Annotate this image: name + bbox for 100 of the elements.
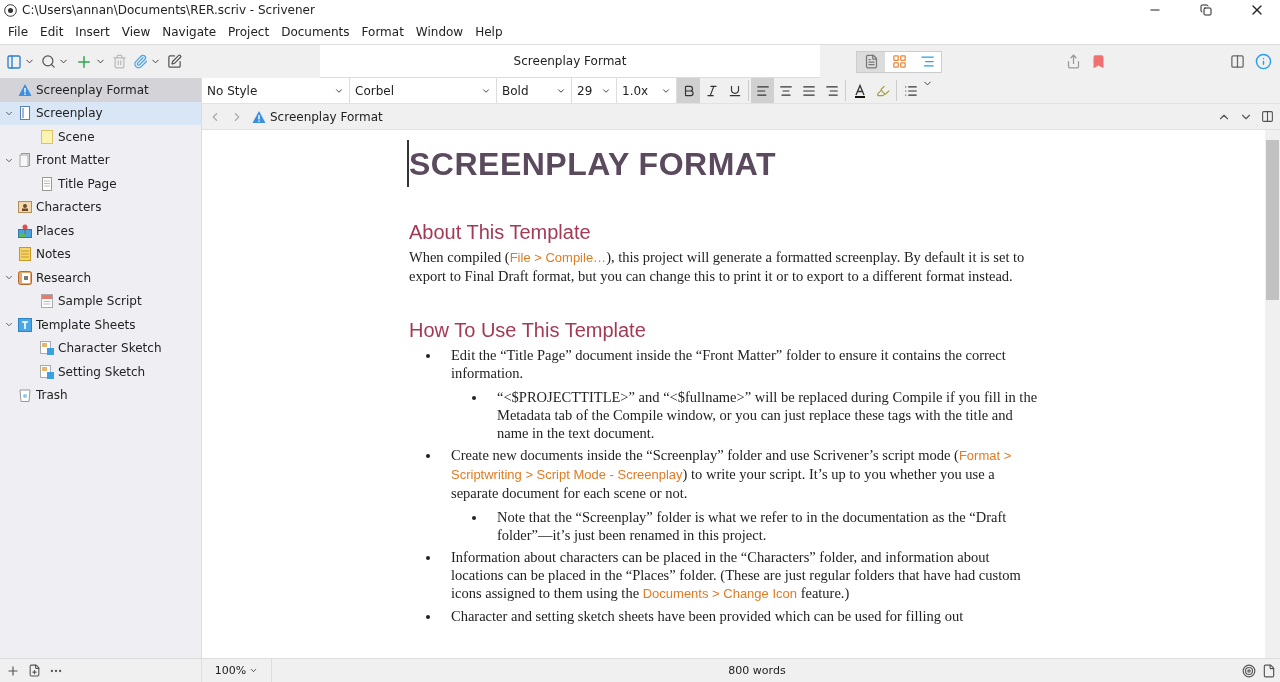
list-item-text: Information about characters can be placed in the “Characters” folder, and information about locations can be placed in the “Places” folder. (These are just regular folders that have had custom icons assigned to them using the Documents > Change Icon feature.)	[451, 548, 1022, 603]
binder-item-label: Places	[36, 223, 75, 238]
page-icon	[40, 176, 54, 191]
menu-item[interactable]: Project	[222, 25, 276, 39]
section-heading: How To Use This Template	[409, 319, 647, 342]
binder-item[interactable]: Screenplay Format	[0, 78, 201, 102]
caret-icon	[249, 666, 259, 675]
align-justify-icon	[801, 83, 816, 98]
text-color-icon	[852, 83, 867, 98]
binder-item[interactable]: Research	[0, 266, 201, 290]
scrollbar[interactable]	[1265, 130, 1280, 658]
dropdown-value: Corbel	[355, 83, 394, 98]
binder-icon	[18, 270, 32, 285]
binder-item[interactable]: Places	[0, 219, 201, 243]
add-icon[interactable]	[6, 663, 20, 678]
binder-item-label: Characters	[36, 200, 102, 215]
menu-item[interactable]: Help	[469, 25, 509, 39]
bullet-icon	[426, 454, 430, 458]
layout-icon[interactable]	[6, 53, 22, 70]
grid-icon	[891, 54, 907, 69]
outline-icon	[919, 54, 935, 69]
align-left-button[interactable]	[751, 78, 774, 103]
bullet-icon	[426, 354, 430, 358]
pdf-icon	[40, 294, 54, 309]
template-sheet-icon	[40, 341, 54, 356]
list-icon	[903, 83, 918, 98]
binder-item-label: Screenplay	[36, 106, 103, 121]
binder-item[interactable]: Setting Sketch	[0, 360, 201, 384]
binder-item[interactable]: Scene	[0, 125, 201, 149]
style-dropdown[interactable]: No Style	[202, 78, 350, 103]
new-document-icon[interactable]	[28, 664, 41, 677]
zoom-dropdown[interactable]: 100%	[202, 659, 272, 682]
bullet-icon	[472, 516, 476, 520]
share-icon[interactable]	[1066, 54, 1081, 69]
document-view-button[interactable]	[857, 51, 885, 72]
italic-icon	[704, 83, 719, 98]
font-size-dropdown[interactable]: 29	[572, 78, 617, 103]
view-mode-switcher[interactable]	[856, 50, 942, 73]
list-item-text: Create new documents inside the “Screenplay” folder and use Scrivener’s script mode (Format > Scriptwriting > Script Mode - Screenplay) to write your script. It’s up to you whether you use a separate document for each scene or not.	[451, 446, 1013, 502]
inspector-icon[interactable]	[1230, 54, 1245, 69]
binder-item[interactable]: Trash	[0, 383, 201, 407]
paperclip-icon[interactable]	[133, 54, 148, 69]
app-logo-icon	[4, 3, 17, 17]
binder-item[interactable]: Template Sheets	[0, 313, 201, 337]
info-icon[interactable]	[1255, 53, 1272, 70]
font-dropdown[interactable]: Corbel	[350, 78, 497, 103]
underline-icon	[727, 83, 742, 98]
line-spacing-dropdown[interactable]: 1.0x	[617, 78, 677, 103]
binder-item[interactable]: Sample Script	[0, 289, 201, 313]
binder-item-label: Front Matter	[36, 153, 110, 168]
split-view-icon[interactable]	[1261, 110, 1274, 123]
document-title: SCREENPLAY FORMAT	[407, 140, 777, 187]
menu-item[interactable]: Edit	[34, 25, 70, 39]
warning-icon	[18, 82, 32, 97]
list-item-text: Note that the “Screenplay” folder is what we refer to in the documentation as the “Draft folder”—it’s just been renamed in this project.	[497, 508, 1008, 544]
bullet-icon	[426, 615, 430, 619]
target-icon[interactable]	[1242, 663, 1256, 678]
document-title-field[interactable]: Screenplay Format	[320, 45, 820, 78]
menu-item[interactable]: Navigate	[156, 25, 223, 39]
map-pin-icon	[18, 223, 32, 238]
list-item-text: “<$PROJECTTITLE>” and “<$fullname>” will be replaced during Compile if you fill in the Metadata tab of the Compile window, or you can just replace these tags with the title and name in the text document.	[497, 388, 1039, 442]
window-title: C:\Users\annan\Documents\RER.scriv - Scrivener	[22, 3, 316, 17]
edit-icon[interactable]	[167, 54, 182, 69]
menu-item[interactable]: Window	[409, 25, 470, 39]
bullet-icon	[472, 396, 476, 400]
binder-item-label: Research	[36, 270, 92, 285]
binder-item[interactable]: Front Matter	[0, 148, 201, 172]
menu-item[interactable]: View	[115, 25, 157, 39]
bookmark-icon[interactable]	[1091, 54, 1106, 69]
search-icon[interactable]	[41, 54, 56, 69]
align-center-icon	[778, 83, 793, 98]
template-sheet-icon	[40, 364, 54, 379]
binder-item-label: Trash	[36, 388, 68, 403]
menu-item[interactable]: Documents	[275, 25, 356, 39]
menu-item[interactable]: Format	[355, 25, 410, 39]
document-icon[interactable]	[1262, 663, 1276, 678]
binder-item[interactable]: Notes	[0, 242, 201, 266]
binder-item-label: Screenplay Format	[36, 82, 149, 97]
binder-item[interactable]: Title Page	[0, 172, 201, 196]
binder-item[interactable]: Screenplay	[0, 101, 201, 125]
binder-item-label: Template Sheets	[36, 317, 136, 332]
trash-icon	[18, 388, 32, 403]
word-count: 800 words	[727, 664, 787, 677]
menu-item[interactable]: File	[2, 25, 35, 39]
binder-item[interactable]: Characters	[0, 195, 201, 219]
list-item-text: Edit the “Title Page” document inside the “Front Matter” folder to ensure it contains the correct information.	[451, 346, 1007, 382]
paragraph: When compiled (File > Compile…), this project will generate a formatted screenplay. By default it is set to export to Final Draft format, but you can change this to print it or to export to a different format instead.	[409, 248, 1026, 285]
bold-button[interactable]	[677, 78, 700, 103]
document-icon	[18, 106, 32, 121]
dropdown-value: Bold	[502, 83, 529, 98]
notepad-icon	[18, 247, 32, 262]
font-weight-dropdown[interactable]: Bold	[497, 78, 572, 103]
binder-item-label: Character Sketch	[58, 341, 162, 356]
dropdown-value: 29	[577, 83, 593, 98]
card-icon	[40, 129, 54, 144]
binder-item[interactable]: Character Sketch	[0, 336, 201, 360]
restore-icon	[1200, 4, 1212, 16]
menu-item[interactable]: Insert	[69, 25, 116, 39]
document-stack-icon	[18, 153, 32, 168]
template-icon	[18, 317, 32, 332]
